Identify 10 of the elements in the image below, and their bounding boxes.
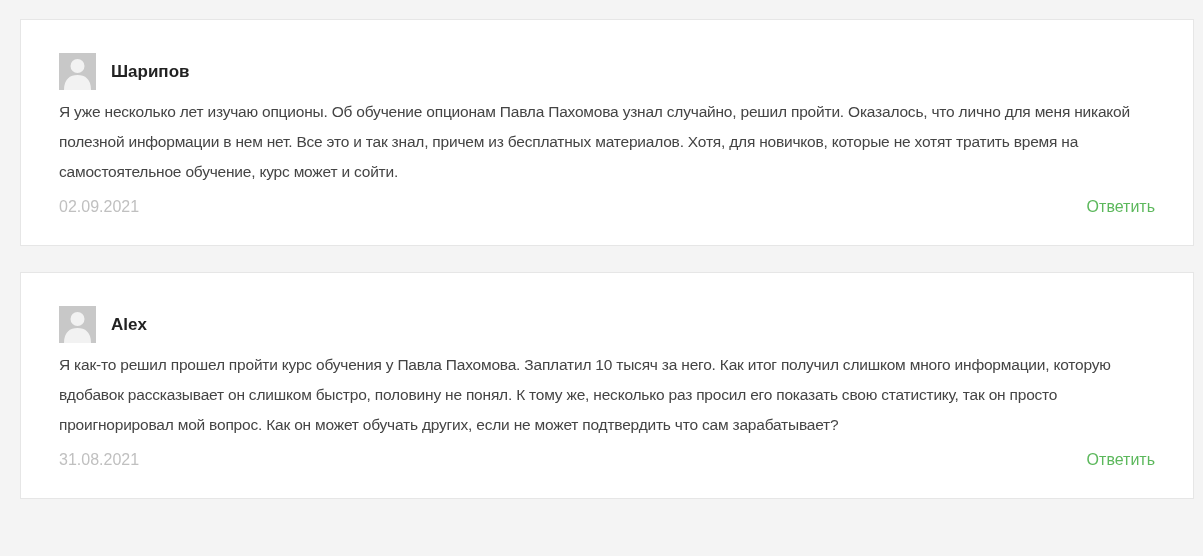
- reply-link[interactable]: Ответить: [1086, 448, 1155, 472]
- comment-text: Я как-то решил прошел пройти курс обучения у Павла Пахомова. Заплатил 10 тысяч за него. Как итог получил слишком много информации, которую вдобавок рассказывает он слишком быстро, половину не понял. К тому же, несколько раз просил его показать свою статистику, так он просто проигнорировал мой вопрос. Как он может обучать других, если не может подтвердить что сам зарабатывает?: [59, 355, 1112, 435]
- reply-link[interactable]: Ответить: [1086, 195, 1155, 219]
- avatar-icon: [59, 53, 96, 90]
- author-name: Alex: [111, 313, 147, 336]
- avatar-icon: [59, 306, 96, 343]
- author-name: Шарипов: [111, 60, 190, 83]
- comment-date: 31.08.2021: [59, 450, 140, 470]
- comment-date: 02.09.2021: [59, 197, 140, 217]
- comment-text: Я уже несколько лет изучаю опционы. Об обучение опционам Павла Пахомова узнал случайно, решил пройти. Оказалось, что лично для меня никакой полезной информации в нем нет. Все это и так знал, причем из бесплатных материалов. Хотя, для новичков, которые не хотят тратить время на самостоятельное обучение, курс может и сойти.: [59, 102, 1131, 182]
